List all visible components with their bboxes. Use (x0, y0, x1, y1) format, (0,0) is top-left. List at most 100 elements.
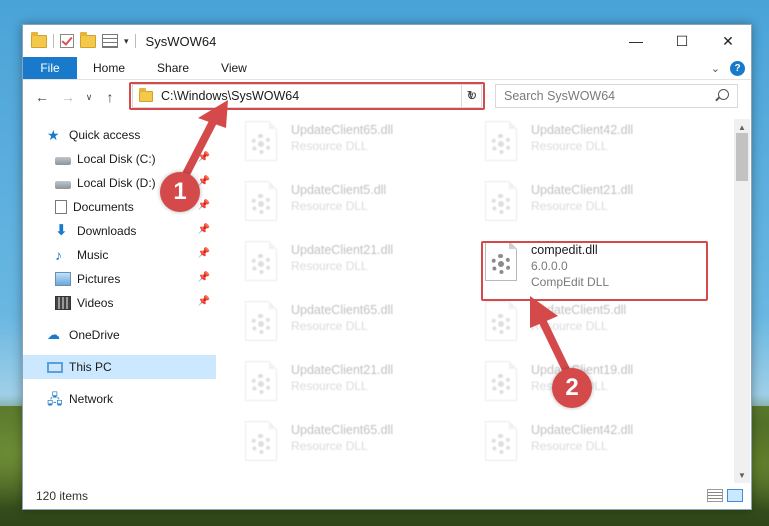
item-count: 120 items (36, 489, 89, 503)
pin-icon: 📌 (197, 176, 210, 187)
dll-file-icon (485, 301, 517, 341)
sidebar-item-quick-access[interactable]: ★ Quick access (23, 123, 216, 147)
network-icon: 🖧 (47, 391, 63, 407)
sidebar-item-local-disk-c[interactable]: Local Disk (C:) 📌 (23, 147, 216, 171)
file-description: Resource DLL (291, 319, 368, 333)
computer-icon (47, 361, 63, 373)
window-title: SysWOW64 (145, 33, 217, 49)
sidebar-item-label: OneDrive (69, 328, 120, 342)
step-2-badge: 2 (552, 368, 592, 408)
gear-icon (251, 194, 271, 214)
cloud-icon: ☁ (47, 327, 60, 342)
list-item[interactable]: UpdateClient42.dll Resource DLL (463, 419, 688, 473)
vertical-scrollbar[interactable]: ▲ ▼ (734, 119, 750, 483)
list-item[interactable]: UpdateClient21.dll Resource DLL (223, 239, 448, 293)
step-1-badge: 1 (160, 172, 200, 212)
gear-icon (491, 434, 511, 454)
sidebar-item-network[interactable]: 🖧 Network (23, 387, 216, 411)
large-icons-view-icon[interactable] (727, 489, 743, 502)
dll-file-icon (485, 421, 517, 461)
new-folder-icon[interactable] (80, 31, 96, 48)
expand-ribbon-chevron-icon[interactable]: ⌄ (711, 62, 720, 75)
address-highlight-box (129, 82, 485, 110)
list-item[interactable]: UpdateClient21.dll Resource DLL (463, 179, 688, 233)
search-box[interactable]: Search SysWOW64 (495, 84, 738, 108)
sidebar-item-downloads[interactable]: ⬇ Downloads 📌 (23, 219, 216, 243)
dll-file-icon (485, 121, 517, 161)
pin-icon: 📌 (197, 296, 210, 307)
gear-icon (251, 434, 271, 454)
file-name: UpdateClient65.dll (291, 303, 394, 317)
search-icon[interactable] (718, 89, 729, 100)
file-description: Resource DLL (531, 139, 608, 153)
dll-file-icon (245, 121, 277, 161)
list-item[interactable]: UpdateClient65.dll Resource DLL (223, 419, 448, 473)
navigation-bar: ← → ∨ ↑ C:\Windows\SysWOW64 ∨ ↻ Search S… (23, 82, 751, 112)
file-name: UpdateClient5.dll (291, 183, 387, 197)
dll-file-icon (245, 301, 277, 341)
list-item[interactable]: UpdateClient65.dll Resource DLL (223, 299, 448, 353)
gear-icon (491, 314, 511, 334)
file-description: Resource DLL (291, 139, 368, 153)
pin-icon: 📌 (197, 248, 210, 259)
ribbon-tabs: File Home Share View ⌄ ? (23, 57, 751, 80)
list-item[interactable]: UpdateClient65.dll Resource DLL (223, 119, 448, 173)
details-view-icon[interactable] (707, 489, 723, 502)
folder-icon (31, 31, 47, 48)
pictures-icon (55, 272, 71, 286)
search-input[interactable]: Search SysWOW64 (504, 89, 615, 103)
file-name: UpdateClient5.dll (531, 303, 627, 317)
pin-icon: 📌 (197, 272, 210, 283)
gear-icon (251, 314, 271, 334)
tab-share[interactable]: Share (141, 57, 205, 79)
scroll-thumb[interactable] (736, 133, 748, 181)
qat-separator (134, 34, 136, 48)
customize-qat-dropdown-icon[interactable]: ▾ (124, 36, 129, 47)
sidebar-item-pictures[interactable]: Pictures 📌 (23, 267, 216, 291)
properties-check-icon[interactable] (60, 34, 74, 48)
sidebar-item-label: Network (69, 392, 114, 406)
sidebar-item-this-pc[interactable]: This PC (23, 355, 216, 379)
forward-button[interactable]: → (55, 89, 81, 105)
maximize-button[interactable]: ☐ (659, 25, 705, 57)
ribbon-right-controls: ⌄ ? (711, 57, 745, 80)
file-name: UpdateClient42.dll (531, 123, 634, 137)
file-name: UpdateClient65.dll (291, 123, 394, 137)
list-item[interactable]: UpdateClient21.dll Resource DLL (223, 359, 448, 413)
sidebar-item-videos[interactable]: Videos 📌 (23, 291, 216, 315)
properties-icon[interactable] (102, 34, 118, 48)
close-button[interactable]: ✕ (705, 25, 751, 57)
sidebar-item-music[interactable]: ♪ Music 📌 (23, 243, 216, 267)
file-highlight-box (481, 241, 708, 301)
tab-view[interactable]: View (205, 57, 263, 79)
minimize-button[interactable]: — (613, 25, 659, 57)
dll-file-icon (245, 181, 277, 221)
sidebar-item-label: Downloads (77, 224, 137, 238)
sidebar-item-onedrive[interactable]: ☁ OneDrive (23, 323, 216, 347)
recent-locations-button[interactable]: ∨ (81, 92, 97, 103)
sidebar-item-label: Pictures (77, 272, 121, 286)
sidebar-item-label: Documents (73, 200, 134, 214)
up-button[interactable]: ↑ (97, 89, 123, 105)
tab-file[interactable]: File (23, 57, 77, 79)
scroll-down-arrow-icon[interactable]: ▼ (734, 467, 750, 483)
list-item[interactable]: UpdateClient42.dll Resource DLL (463, 119, 688, 173)
help-icon[interactable]: ? (730, 61, 745, 76)
tab-home[interactable]: Home (77, 57, 141, 79)
title-bar: ▾ SysWOW64 — ☐ ✕ (23, 25, 751, 57)
file-description: Resource DLL (531, 439, 608, 453)
file-description: Resource DLL (531, 319, 608, 333)
back-button[interactable]: ← (29, 89, 55, 105)
file-description: Resource DLL (291, 199, 368, 213)
file-name: UpdateClient65.dll (291, 423, 394, 437)
sidebar-item-label: Quick access (69, 128, 141, 142)
list-item[interactable]: UpdateClient5.dll Resource DLL (223, 179, 448, 233)
qat-separator (53, 34, 54, 48)
sidebar-item-label: Local Disk (D:) (77, 176, 156, 190)
file-name: UpdateClient21.dll (531, 183, 634, 197)
pin-icon: 📌 (197, 200, 210, 211)
dll-file-icon (245, 241, 277, 281)
list-item[interactable]: UpdateClient5.dll Resource DLL (463, 299, 688, 353)
gear-icon (251, 254, 271, 274)
dll-file-icon (245, 361, 277, 401)
